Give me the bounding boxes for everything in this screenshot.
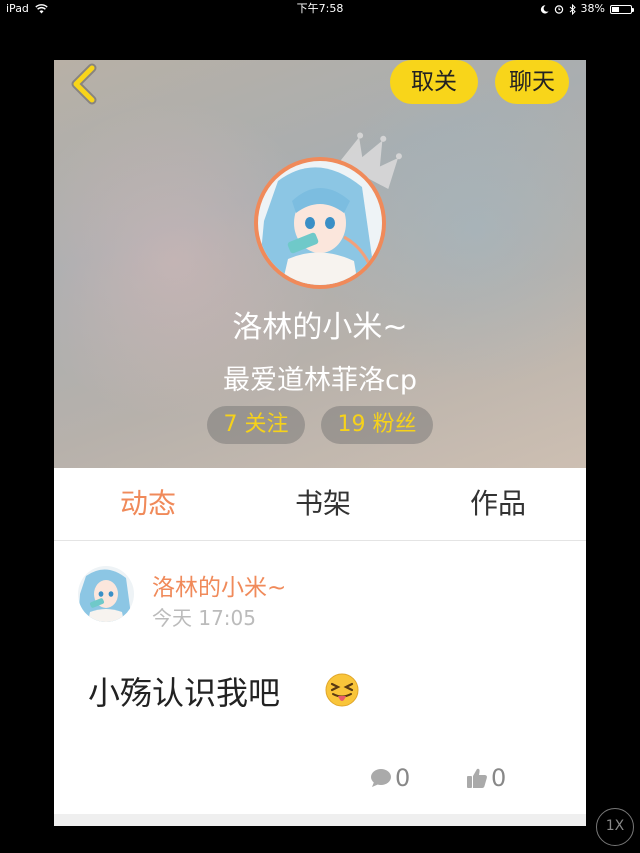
- fans-count[interactable]: 19 粉丝: [321, 406, 433, 444]
- squinting-tongue-emoji: [325, 673, 359, 707]
- post-author-avatar[interactable]: [78, 566, 134, 622]
- post-content: 小殇认识我吧: [88, 674, 281, 712]
- thumbs-up-icon: [467, 768, 487, 788]
- profile-avatar[interactable]: [254, 157, 386, 289]
- feed-bottom-divider: [54, 814, 586, 826]
- bluetooth-icon: [569, 3, 576, 15]
- comment-count: 0: [395, 764, 411, 792]
- zoom-1x-button[interactable]: 1X: [596, 808, 634, 846]
- chevron-left-icon: [71, 63, 97, 105]
- following-count[interactable]: 7 关注: [207, 406, 305, 444]
- profile-bio: 最爱道林菲洛cp: [223, 365, 417, 396]
- tab-bookshelf[interactable]: 书架: [263, 468, 383, 540]
- like-count: 0: [491, 764, 507, 792]
- chat-button[interactable]: 聊天: [495, 60, 569, 104]
- tab-works[interactable]: 作品: [438, 468, 558, 540]
- unfollow-button[interactable]: 取关: [390, 60, 478, 104]
- post-author-name[interactable]: 洛林的小米~: [152, 568, 286, 602]
- tab-dynamic[interactable]: 动态: [88, 468, 208, 540]
- profile-header: 取关 聊天 洛林的小米~ 最爱道林菲洛cp 7 关注 19 粉丝: [54, 60, 586, 468]
- back-button[interactable]: [66, 62, 106, 106]
- profile-screen: 取关 聊天 洛林的小米~ 最爱道林菲洛cp 7 关注 19 粉丝 动态 书架 作…: [54, 60, 586, 826]
- profile-nickname: 洛林的小米~: [232, 310, 408, 345]
- status-bar: iPad 下午7:58 38%: [0, 0, 640, 18]
- moon-icon: [540, 4, 549, 14]
- alarm-icon: [554, 5, 563, 14]
- comment-button[interactable]: 0: [370, 760, 410, 796]
- comment-bubble-icon: [371, 769, 391, 787]
- like-button[interactable]: 0: [466, 760, 506, 796]
- battery-icon: [610, 4, 634, 14]
- avatar-image: [258, 161, 382, 285]
- post-timestamp: 今天 17:05: [152, 606, 256, 630]
- battery-fill: [612, 6, 619, 12]
- profile-tabs: 动态 书架 作品: [54, 468, 586, 541]
- battery-percent: 38%: [580, 2, 605, 15]
